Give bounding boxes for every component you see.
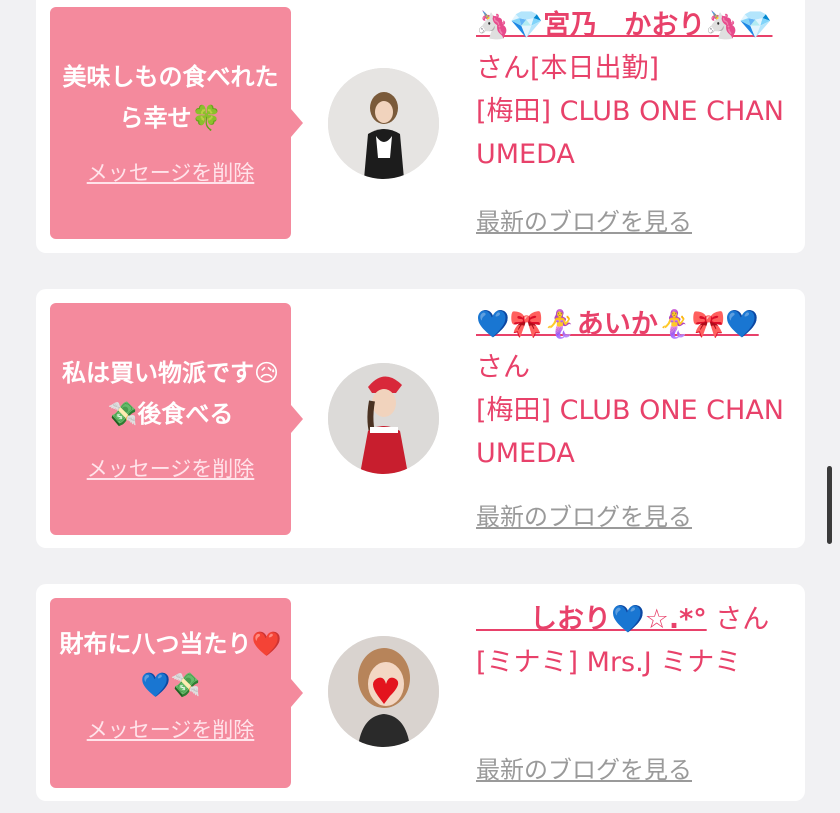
latest-blog-link[interactable]: 最新のブログを見る <box>476 497 692 532</box>
honorific-text: さん <box>715 604 770 635</box>
honorific-text: さん[本日出勤] <box>476 53 660 84</box>
cast-name-link[interactable]: 🦄💎宮乃 かおり🦄💎 <box>476 10 772 41</box>
list-item: 財布に八つ当たり❤️💙💸 メッセージを削除 しおり💙☆.*° さん [ミナミ] … <box>36 584 805 801</box>
avatar-photo <box>328 363 439 474</box>
shop-name: [ミナミ] Mrs.J ミナミ <box>476 647 742 678</box>
avatar[interactable] <box>328 363 439 474</box>
cast-name-link[interactable]: 💙🎀🧜‍♀️あいか🧜‍♀️🎀💙 <box>476 309 759 340</box>
delete-message-link[interactable]: メッセージを削除 <box>87 453 255 483</box>
avatar-photo <box>328 636 439 747</box>
cast-info: 🦄💎宮乃 かおり🦄💎 さん[本日出勤] [梅田] CLUB ONE CHAN U… <box>476 4 791 176</box>
shop-name: [梅田] CLUB ONE CHAN UMEDA <box>476 395 784 469</box>
avatar-photo <box>328 68 439 179</box>
message-text: 私は買い物派です😥💸後食べる <box>61 359 280 428</box>
message-bubble: 美味しもの食べれたら幸せ🍀 メッセージを削除 <box>50 7 303 239</box>
list-item: 美味しもの食べれたら幸せ🍀 メッセージを削除 🦄💎宮乃 かおり🦄💎 さん[本日出… <box>36 0 805 253</box>
message-feed: 美味しもの食べれたら幸せ🍀 メッセージを削除 🦄💎宮乃 かおり🦄💎 さん[本日出… <box>0 0 840 813</box>
latest-blog-link[interactable]: 最新のブログを見る <box>476 750 692 785</box>
avatar[interactable] <box>328 636 439 747</box>
delete-message-link[interactable]: メッセージを削除 <box>87 714 255 744</box>
cast-name-link[interactable]: しおり💙☆.*° <box>476 604 707 635</box>
list-item: 私は買い物派です😥💸後食べる メッセージを削除 💙🎀🧜‍♀️あいか🧜‍♀️🎀💙 … <box>36 289 805 548</box>
delete-message-link[interactable]: メッセージを削除 <box>87 157 255 187</box>
avatar[interactable] <box>328 68 439 179</box>
message-bubble: 財布に八つ当たり❤️💙💸 メッセージを削除 <box>50 598 303 788</box>
scrollbar[interactable] <box>827 466 832 544</box>
shop-name: [梅田] CLUB ONE CHAN UMEDA <box>476 96 784 170</box>
cast-info: しおり💙☆.*° さん [ミナミ] Mrs.J ミナミ <box>476 598 791 684</box>
message-bubble: 私は買い物派です😥💸後食べる メッセージを削除 <box>50 303 303 535</box>
message-text: 美味しもの食べれたら幸せ🍀 <box>62 63 279 132</box>
message-text: 財布に八つ当たり❤️💙💸 <box>59 630 282 699</box>
honorific-text: さん <box>476 352 530 383</box>
latest-blog-link[interactable]: 最新のブログを見る <box>476 202 692 237</box>
cast-info: 💙🎀🧜‍♀️あいか🧜‍♀️🎀💙 さん [梅田] CLUB ONE CHAN UM… <box>476 303 791 475</box>
